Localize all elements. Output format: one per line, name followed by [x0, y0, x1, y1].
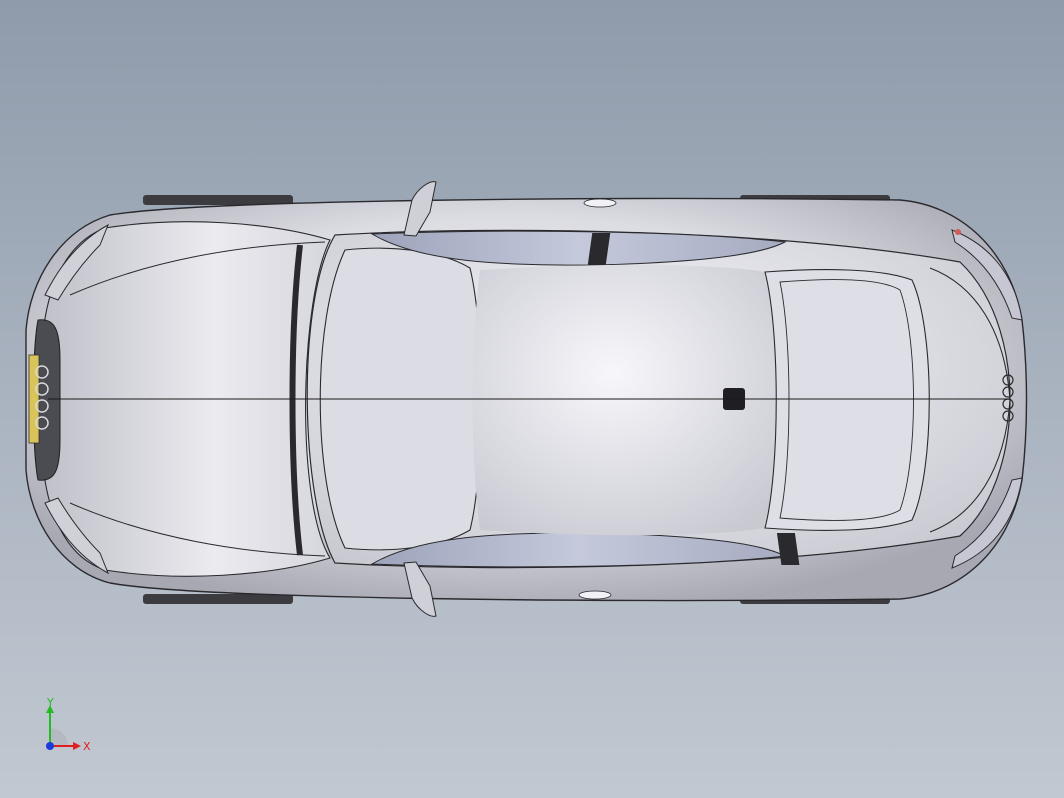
graphics-viewport[interactable]: Y X	[0, 0, 1064, 798]
car-model[interactable]	[0, 0, 1064, 798]
y-axis-label: Y	[46, 696, 54, 709]
x-axis-label: X	[83, 740, 91, 753]
rear-window	[764, 269, 930, 531]
z-axis-icon	[46, 742, 54, 750]
reference-triad: Y X	[46, 696, 91, 753]
